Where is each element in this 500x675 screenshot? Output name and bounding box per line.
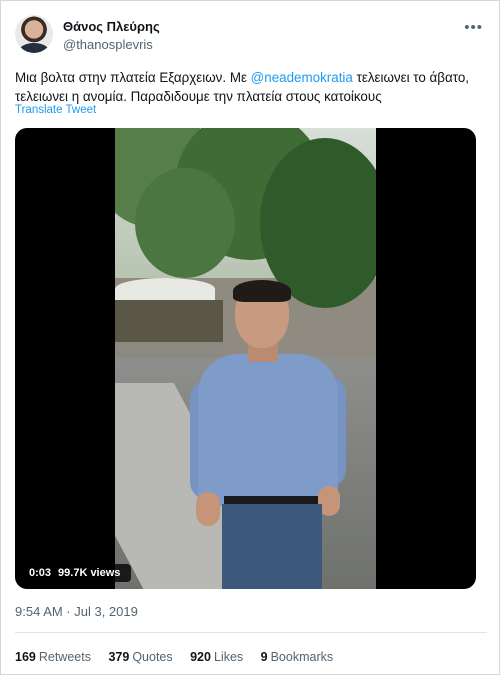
more-dots-icon[interactable]: •••: [464, 19, 483, 36]
stat-value: 379: [108, 650, 130, 664]
engagement-stats: 169 Retweets 379 Quotes 920 Likes 9 Bookmark…: [15, 650, 347, 664]
stat-label: Quotes: [132, 650, 173, 664]
video-player[interactable]: 0:03 99.7K views: [15, 128, 476, 589]
video-info-badge: 0:03 99.7K views: [25, 564, 132, 582]
tweet-timestamp[interactable]: 9:54 AM · Jul 3, 2019: [15, 604, 138, 619]
person-belt: [224, 496, 318, 504]
tree-canopy: [135, 168, 235, 278]
stat-label: Retweets: [38, 650, 91, 664]
person-shirt: [198, 354, 338, 506]
person-jeans: [222, 504, 322, 589]
retweets-stat[interactable]: 169 Retweets: [15, 650, 91, 664]
mention-link[interactable]: @neademokratia: [251, 70, 353, 85]
tweet-text-before: Μια βολτα στην πλατεία Εξαρχειων. Με: [15, 70, 251, 85]
translate-tweet-link[interactable]: Translate Tweet: [15, 104, 96, 116]
video-duration: 0:03: [29, 567, 52, 579]
stat-label: Likes: [213, 650, 244, 664]
stat-value: 169: [15, 650, 36, 664]
author-handle[interactable]: @thanosplevris: [63, 37, 153, 52]
author-name[interactable]: Θάνος Πλεύρης: [63, 19, 160, 34]
video-views: 99.7K views: [58, 567, 121, 579]
stat-value: 9: [260, 650, 268, 664]
divider: [15, 632, 487, 633]
tweet-header: Θάνος Πλεύρης @thanosplevris •••: [15, 13, 487, 57]
person-hair: [233, 280, 291, 302]
avatar[interactable]: [15, 15, 53, 53]
likes-stat[interactable]: 920 Likes: [190, 650, 243, 664]
tweet-text: Μια βολτα στην πλατεία Εξαρχειων. Με @ne…: [15, 68, 487, 106]
person-left-hand: [196, 492, 220, 526]
stat-label: Bookmarks: [270, 650, 334, 664]
tweet-card: Θάνος Πλεύρης @thanosplevris ••• Μια βολ…: [0, 0, 500, 675]
quotes-stat[interactable]: 379 Quotes: [108, 650, 172, 664]
person-figure: [190, 280, 350, 589]
stat-value: 920: [190, 650, 211, 664]
avatar-shoulders: [19, 43, 49, 53]
bookmarks-stat[interactable]: 9 Bookmarks: [261, 650, 333, 664]
video-frame[interactable]: [115, 128, 376, 589]
